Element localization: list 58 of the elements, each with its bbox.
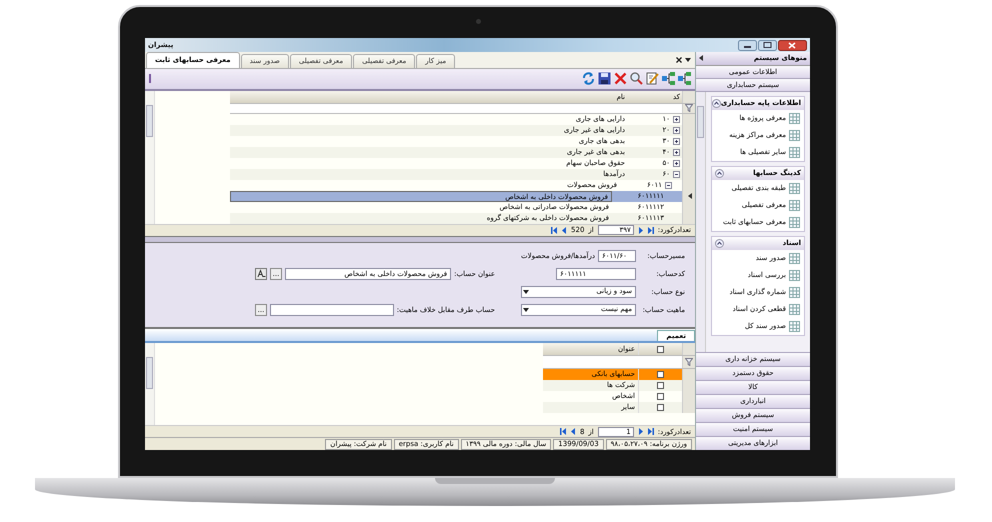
expand-icon[interactable] [673, 126, 680, 134]
tree-icon[interactable] [662, 72, 675, 86]
first-page-icon[interactable] [551, 226, 558, 234]
collapse-icon[interactable] [665, 182, 672, 189]
expand-icon[interactable] [673, 116, 680, 123]
next-page-icon[interactable] [638, 226, 644, 234]
grid-icon [789, 252, 800, 264]
filter-icon[interactable] [685, 358, 693, 366]
chevron-up-icon[interactable] [715, 168, 724, 178]
search-icon[interactable] [630, 72, 643, 86]
grid-icon [789, 286, 800, 298]
dropdown-icon [523, 306, 529, 313]
grid-icon [789, 320, 800, 332]
refresh-icon[interactable] [582, 72, 595, 86]
collapse-icon[interactable] [673, 170, 680, 178]
camera-dot [476, 19, 481, 24]
grid-icon [789, 216, 800, 228]
first-page-icon[interactable] [560, 428, 566, 436]
close-icon[interactable] [676, 57, 682, 63]
expand-icon[interactable] [673, 148, 680, 156]
save-icon[interactable] [598, 72, 611, 86]
grid-icon [789, 130, 800, 141]
delete-icon[interactable] [614, 72, 627, 86]
collapse-arrow-icon[interactable] [699, 55, 703, 62]
row-pointer-icon [686, 193, 692, 200]
checkbox[interactable] [657, 393, 664, 400]
maximize-button[interactable] [758, 40, 777, 50]
checkbox[interactable] [657, 382, 664, 390]
checkbox[interactable] [657, 346, 664, 353]
scrollbar[interactable] [145, 90, 155, 224]
edit-icon[interactable] [646, 72, 659, 86]
dropdown-icon[interactable] [685, 57, 691, 63]
next-page-icon[interactable] [638, 428, 644, 436]
scrollbar[interactable] [696, 92, 706, 352]
chevron-up-icon[interactable] [715, 238, 724, 248]
checkbox[interactable] [657, 371, 664, 378]
last-page-icon[interactable] [648, 428, 654, 436]
grid-icon [789, 112, 800, 124]
previous-page-icon[interactable] [570, 428, 576, 436]
grid-icon [789, 182, 800, 194]
expand-icon[interactable] [673, 160, 680, 167]
text-field[interactable] [270, 304, 394, 316]
chevron-up-icon[interactable] [712, 98, 721, 108]
close-button[interactable] [778, 40, 807, 50]
filter-icon[interactable] [685, 104, 693, 112]
checkbox[interactable] [657, 404, 664, 412]
previous-page-icon[interactable] [561, 226, 568, 234]
grid-icon [789, 270, 800, 281]
dropdown-icon [523, 288, 529, 295]
translate-icon[interactable] [255, 268, 267, 280]
grid-icon [789, 200, 800, 211]
expand-icon[interactable] [673, 138, 680, 145]
tree-icon[interactable] [678, 72, 691, 86]
scrollbar[interactable] [145, 343, 155, 426]
grid-icon [789, 146, 800, 158]
minimize-button[interactable] [738, 40, 757, 50]
last-page-icon[interactable] [648, 226, 654, 234]
grid-icon [789, 304, 800, 315]
